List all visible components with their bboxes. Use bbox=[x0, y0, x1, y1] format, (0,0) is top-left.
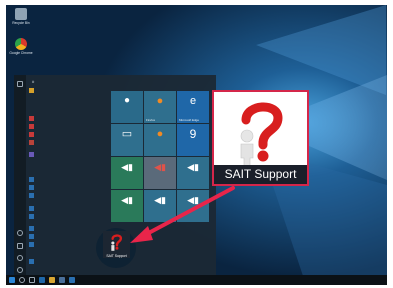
power-icon[interactable] bbox=[17, 267, 23, 273]
user-icon[interactable] bbox=[17, 230, 23, 236]
start-menu-rail bbox=[14, 75, 26, 277]
hamburger-icon[interactable] bbox=[17, 81, 23, 87]
xbox-icon: ◀▮ bbox=[121, 162, 133, 172]
sait-support-callout: SAIT Support bbox=[212, 90, 309, 186]
app-list-group-letter: # bbox=[32, 79, 35, 84]
tile-store[interactable]: ▭ bbox=[111, 124, 143, 156]
recycle-bin-icon bbox=[15, 8, 27, 20]
app-icon bbox=[29, 140, 34, 145]
app-list-item[interactable] bbox=[29, 131, 109, 138]
app-icon bbox=[29, 132, 34, 137]
file-explorer-icon[interactable] bbox=[49, 277, 55, 283]
news-icon: ◀▮ bbox=[154, 195, 166, 205]
app-icon bbox=[29, 185, 34, 190]
app-icon bbox=[29, 124, 34, 129]
settings-gear-icon[interactable] bbox=[17, 255, 23, 261]
app-list-item[interactable] bbox=[29, 205, 109, 212]
tile-groove[interactable]: ◀▮ bbox=[144, 157, 176, 189]
edge-taskbar-icon[interactable] bbox=[39, 277, 45, 283]
app-list-item[interactable] bbox=[29, 123, 109, 130]
callout-label: SAIT Support bbox=[214, 165, 307, 184]
taskbar bbox=[6, 275, 387, 285]
app-icon bbox=[29, 177, 34, 182]
app-icon bbox=[29, 234, 34, 239]
search-icon[interactable] bbox=[19, 277, 25, 283]
task-view-icon[interactable] bbox=[29, 277, 35, 283]
app-icon bbox=[29, 226, 34, 231]
tile-label: Microsoft Edge bbox=[179, 118, 200, 122]
tile-calendar[interactable]: 9 bbox=[177, 124, 209, 156]
pinned-tile-sait-support[interactable]: SAIT Support bbox=[103, 231, 130, 258]
question-mark-figure-icon bbox=[111, 234, 123, 251]
desktop-icon-label: Recycle Bin bbox=[12, 21, 30, 25]
tile-chrome[interactable]: ● bbox=[111, 91, 143, 123]
app-icon bbox=[29, 242, 34, 247]
documents-icon[interactable] bbox=[17, 243, 23, 249]
tile-sports[interactable]: ◀▮ bbox=[177, 190, 209, 222]
app-list-item[interactable] bbox=[29, 225, 109, 232]
app-list-item[interactable] bbox=[29, 115, 109, 122]
store-icon: ▭ bbox=[121, 128, 133, 140]
app-icon bbox=[29, 206, 34, 211]
tile-news[interactable]: ◀▮ bbox=[144, 190, 176, 222]
app-list-item[interactable] bbox=[29, 192, 109, 199]
desktop-screen: Recycle Bin Google Chrome # ● ● Firefox … bbox=[6, 5, 387, 285]
tile-firefox[interactable]: ● Firefox bbox=[144, 91, 176, 123]
photos-icon: ● bbox=[156, 128, 164, 140]
desktop-icon-recycle-bin[interactable]: Recycle Bin bbox=[9, 8, 33, 25]
app-list-item[interactable] bbox=[29, 139, 109, 146]
pinned-tile-label: SAIT Support bbox=[106, 254, 127, 258]
app-list-item[interactable] bbox=[29, 87, 109, 94]
tile-photos[interactable]: ● bbox=[144, 124, 176, 156]
app-list-item[interactable] bbox=[29, 213, 109, 220]
app-icon bbox=[29, 152, 34, 157]
app-icon bbox=[29, 259, 34, 264]
windows-start-icon[interactable] bbox=[9, 277, 15, 283]
app-list-item[interactable] bbox=[29, 184, 109, 191]
app-list-item[interactable] bbox=[29, 151, 109, 158]
app-icon bbox=[29, 88, 34, 93]
app-list-item[interactable] bbox=[29, 176, 109, 183]
onenote-icon: ◀▮ bbox=[121, 195, 133, 205]
app-icon bbox=[29, 214, 34, 219]
tile-xbox[interactable]: ◀▮ bbox=[111, 157, 143, 189]
app-icon bbox=[29, 116, 34, 121]
sports-icon: ◀▮ bbox=[187, 195, 199, 205]
calendar-icon: 9 bbox=[189, 127, 197, 141]
edge-icon: e bbox=[189, 95, 197, 107]
tile-label: Firefox bbox=[146, 118, 156, 122]
tile-movies[interactable]: ◀▮ bbox=[177, 157, 209, 189]
chrome-icon: ● bbox=[123, 95, 131, 106]
app-list-item[interactable] bbox=[29, 258, 109, 265]
chrome-icon bbox=[15, 38, 27, 50]
app-icon bbox=[29, 193, 34, 198]
store-taskbar-icon[interactable] bbox=[59, 277, 65, 283]
movies-icon: ◀▮ bbox=[187, 162, 199, 172]
question-mark-figure-icon bbox=[240, 102, 283, 166]
tile-onenote[interactable]: ◀▮ bbox=[111, 190, 143, 222]
firefox-icon: ● bbox=[156, 95, 164, 107]
desktop-icon-chrome[interactable]: Google Chrome bbox=[9, 38, 33, 55]
desktop-icon-label: Google Chrome bbox=[9, 51, 33, 55]
mail-taskbar-icon[interactable] bbox=[69, 277, 75, 283]
tile-edge[interactable]: e Microsoft Edge bbox=[177, 91, 209, 123]
groove-icon: ◀▮ bbox=[154, 162, 166, 172]
